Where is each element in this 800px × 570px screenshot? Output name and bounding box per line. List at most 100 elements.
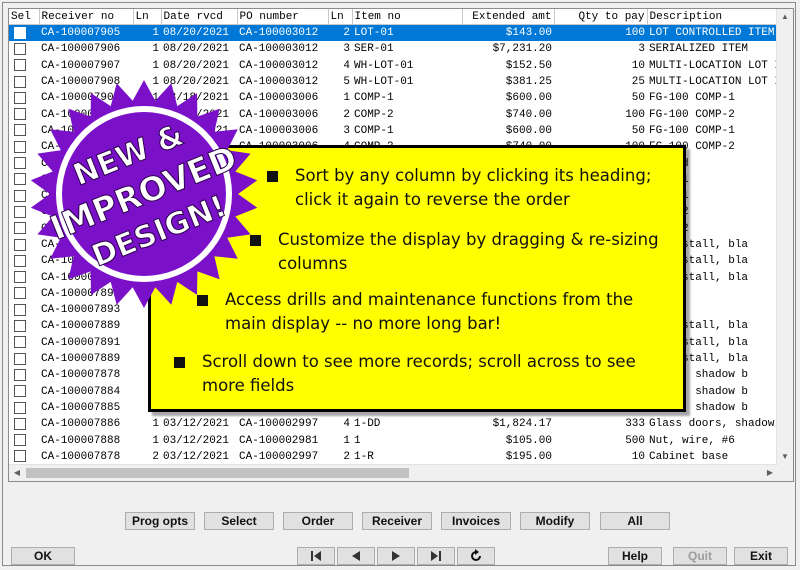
table-row[interactable]: CA-100007886 1 03/12/2021 CA-100002997 4 1-DD… xyxy=(9,416,778,432)
quit-button[interactable]: Quit xyxy=(673,547,727,565)
select-cell[interactable] xyxy=(9,416,39,432)
table-cell: 10 xyxy=(631,59,645,72)
previous-record-button[interactable] xyxy=(337,547,375,565)
select-cell[interactable] xyxy=(9,58,39,74)
column-header[interactable]: Ln xyxy=(328,9,353,25)
row-checkbox[interactable] xyxy=(14,59,26,72)
row-checkbox[interactable] xyxy=(14,238,26,251)
row-checkbox[interactable] xyxy=(14,91,26,104)
receiver-button[interactable]: Receiver xyxy=(362,512,432,530)
new-improved-badge: NEW & IMPROVED DESIGN! xyxy=(30,80,258,308)
row-checkbox[interactable] xyxy=(14,417,26,430)
row-checkbox[interactable] xyxy=(14,434,26,447)
prog-opts-button[interactable]: Prog opts xyxy=(125,512,195,530)
table-row[interactable]: CA-100007888 1 03/12/2021 CA-100002981 1 1 $10… xyxy=(9,432,778,448)
scroll-left-icon[interactable]: ◀ xyxy=(9,465,25,481)
select-cell[interactable] xyxy=(9,41,39,57)
callout-bullet: Scroll down to see more records; scroll … xyxy=(174,350,636,398)
select-cell[interactable] xyxy=(9,335,39,351)
table-cell: 100 xyxy=(625,108,645,121)
column-header[interactable]: PO number xyxy=(237,9,329,25)
scroll-up-icon[interactable]: ▲ xyxy=(777,9,793,25)
invoices-button[interactable]: Invoices xyxy=(441,512,511,530)
ok-button[interactable]: OK xyxy=(11,547,75,565)
row-checkbox[interactable] xyxy=(14,271,26,284)
row-checkbox[interactable] xyxy=(14,157,26,170)
row-checkbox[interactable] xyxy=(14,336,26,349)
column-header[interactable]: Date rvcd xyxy=(161,9,238,25)
row-checkbox[interactable] xyxy=(14,320,26,333)
row-checkbox[interactable] xyxy=(14,450,26,463)
column-header[interactable]: Description xyxy=(647,9,778,25)
select-cell[interactable] xyxy=(9,367,39,383)
select-cell[interactable] xyxy=(9,384,39,400)
row-checkbox[interactable] xyxy=(14,303,26,316)
scroll-right-icon[interactable]: ▶ xyxy=(762,465,778,481)
table-cell: 1 xyxy=(343,434,350,447)
order-button[interactable]: Order xyxy=(283,512,353,530)
row-checkbox[interactable] xyxy=(14,401,26,414)
scroll-down-icon[interactable]: ▼ xyxy=(777,449,793,465)
first-record-button[interactable] xyxy=(297,547,335,565)
table-cell: 500 xyxy=(625,434,645,447)
column-header[interactable]: Item no xyxy=(352,9,463,25)
modify-button[interactable]: Modify xyxy=(520,512,590,530)
help-button[interactable]: Help xyxy=(608,547,662,565)
row-checkbox[interactable] xyxy=(14,254,26,267)
row-checkbox[interactable] xyxy=(14,205,26,218)
select-button[interactable]: Select xyxy=(204,512,274,530)
table-row[interactable]: CA-100007878 2 03/12/2021 CA-100002997 2 1-R $… xyxy=(9,449,778,465)
first-record-icon xyxy=(311,551,321,561)
refresh-button[interactable] xyxy=(457,547,495,565)
row-checkbox[interactable] xyxy=(14,108,26,121)
column-header[interactable]: Receiver no xyxy=(39,9,134,25)
table-row[interactable]: CA-100007906 1 08/20/2021 CA-100003012 3 SER-… xyxy=(9,41,778,57)
column-header[interactable]: Qty to pay xyxy=(554,9,648,25)
row-checkbox[interactable] xyxy=(14,287,26,300)
horizontal-scrollbar[interactable]: ◀ ▶ xyxy=(9,464,778,481)
row-checkbox[interactable] xyxy=(14,124,26,137)
row-checkbox[interactable] xyxy=(14,368,26,381)
row-checkbox[interactable] xyxy=(14,352,26,365)
table-cell: 3 xyxy=(343,43,350,56)
table-cell: CA-100007891 xyxy=(41,336,121,349)
row-checkbox[interactable] xyxy=(14,173,26,186)
table-row[interactable]: CA-100007905 1 08/20/2021 CA-100003012 2 LOT-… xyxy=(9,24,778,42)
table-cell: 5 xyxy=(343,76,350,89)
row-checkbox[interactable] xyxy=(14,42,26,55)
row-checkbox[interactable] xyxy=(14,189,26,202)
table-cell: $600.00 xyxy=(505,92,552,105)
table-row[interactable]: CA-100007907 1 08/20/2021 CA-100003012 4 WH-L… xyxy=(9,58,778,74)
select-cell[interactable] xyxy=(9,432,39,448)
table-cell: 1-DD xyxy=(354,418,381,431)
last-record-button[interactable] xyxy=(417,547,455,565)
table-cell: 2 xyxy=(343,450,350,463)
column-header[interactable]: Extended amt xyxy=(462,9,555,25)
select-cell[interactable] xyxy=(9,24,39,42)
row-checkbox[interactable] xyxy=(14,140,26,153)
select-cell[interactable] xyxy=(9,400,39,416)
vertical-scrollbar[interactable]: ▲ ▼ xyxy=(776,9,793,465)
row-checkbox[interactable] xyxy=(14,385,26,398)
exit-button[interactable]: Exit xyxy=(734,547,788,565)
select-cell[interactable] xyxy=(9,351,39,367)
all-button[interactable]: All xyxy=(600,512,670,530)
select-cell[interactable] xyxy=(9,449,39,465)
row-checkbox[interactable] xyxy=(14,222,26,235)
table-cell: CA-100007907 xyxy=(41,59,121,72)
table-cell: 03/12/2021 xyxy=(163,434,230,447)
table-cell: LOT-01 xyxy=(352,24,462,42)
row-checkbox[interactable] xyxy=(14,26,26,39)
row-checkbox[interactable] xyxy=(14,75,26,88)
scrollbar-corner xyxy=(777,465,793,481)
table-cell: $152.50 xyxy=(505,59,552,72)
column-header[interactable]: Ln xyxy=(133,9,162,25)
table-cell: SERIALIZED ITEM xyxy=(649,43,749,56)
column-header[interactable]: Sel xyxy=(9,9,40,25)
next-record-button[interactable] xyxy=(377,547,415,565)
horizontal-scroll-thumb[interactable] xyxy=(26,468,409,478)
table-cell: $195.00 xyxy=(505,450,552,463)
select-cell[interactable] xyxy=(9,318,39,334)
table-cell: WH-LOT-01 xyxy=(354,59,414,72)
table-cell: CA-100002981 xyxy=(239,434,319,447)
